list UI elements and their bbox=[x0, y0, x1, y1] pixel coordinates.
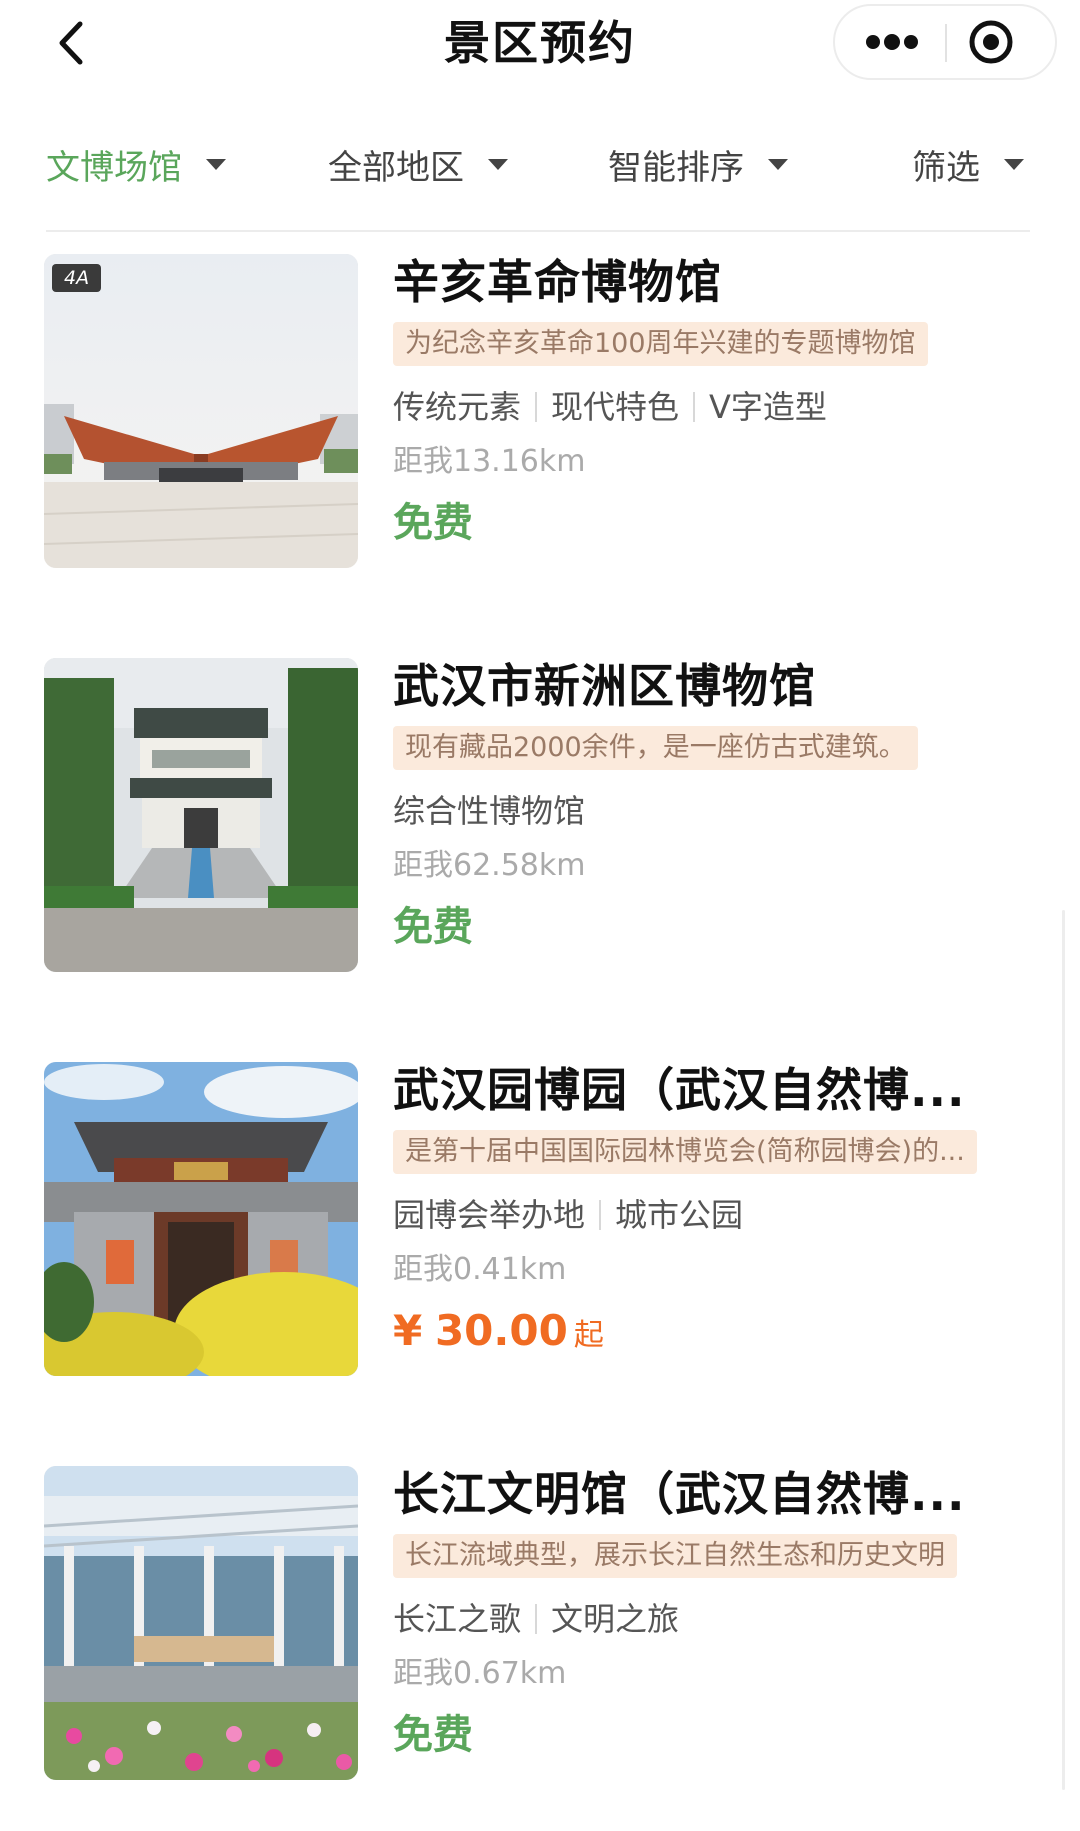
attraction-image bbox=[44, 658, 358, 972]
tag-separator bbox=[535, 392, 538, 422]
attraction-description: 为纪念辛亥革命100周年兴建的专题博物馆 bbox=[393, 322, 928, 366]
close-button[interactable] bbox=[947, 6, 1055, 78]
list-item[interactable]: 4A 辛亥革命博物馆 为纪念辛亥革命100周年兴建的专题博物馆 传统元素 现代特… bbox=[44, 254, 1034, 572]
filter-region-label: 全部地区 bbox=[328, 147, 464, 188]
more-dots-icon bbox=[866, 34, 918, 50]
attraction-tags: 综合性博物馆 bbox=[393, 788, 1033, 834]
tag: V字造型 bbox=[709, 388, 827, 426]
filter-category-label: 文博场馆 bbox=[46, 147, 182, 188]
attraction-title: 武汉市新洲区博物馆 bbox=[393, 659, 816, 713]
price-symbol: ¥ bbox=[393, 1306, 423, 1355]
attraction-distance: 距我0.41km bbox=[393, 1252, 567, 1287]
price-suffix: 起 bbox=[573, 1318, 604, 1353]
nav-bar: 景区预约 bbox=[0, 0, 1080, 96]
tag: 长江之歌 bbox=[393, 1600, 522, 1638]
attraction-distance: 距我62.58km bbox=[393, 848, 586, 883]
tag: 城市公园 bbox=[615, 1196, 744, 1234]
attraction-image: 4A bbox=[44, 254, 358, 568]
tag: 综合性博物馆 bbox=[393, 792, 586, 830]
rating-badge: 4A bbox=[52, 264, 102, 292]
tag-separator bbox=[535, 1604, 538, 1634]
attraction-price: 免费 bbox=[393, 904, 473, 950]
attraction-tags: 传统元素 现代特色 V字造型 bbox=[393, 384, 1033, 430]
tag: 传统元素 bbox=[393, 388, 522, 426]
attraction-title: 辛亥革命博物馆 bbox=[393, 255, 722, 309]
mini-program-capsule bbox=[833, 4, 1057, 80]
attraction-tags: 园博会举办地 城市公园 bbox=[393, 1192, 1033, 1238]
tag-separator bbox=[599, 1200, 602, 1230]
tag: 文明之旅 bbox=[551, 1600, 680, 1638]
filter-category[interactable]: 文博场馆 bbox=[46, 128, 226, 200]
filter-sort-label: 智能排序 bbox=[608, 147, 744, 188]
scrollbar[interactable] bbox=[1062, 910, 1065, 1790]
list-item[interactable]: 武汉市新洲区博物馆 现有藏品2000余件，是一座仿古式建筑。 综合性博物馆 距我… bbox=[44, 658, 1034, 976]
price-value: 30.00 bbox=[434, 1306, 568, 1355]
tag: 园博会举办地 bbox=[393, 1196, 586, 1234]
filter-more[interactable]: 筛选 bbox=[912, 128, 1024, 200]
attraction-description: 是第十届中国国际园林博览会(简称园博会)的... bbox=[393, 1130, 977, 1174]
list-item[interactable]: 长江文明馆（武汉自然博... 长江流域典型，展示长江自然生态和历史文明 长江之歌… bbox=[44, 1466, 1034, 1784]
filter-sort[interactable]: 智能排序 bbox=[608, 128, 788, 200]
caret-down-icon bbox=[488, 158, 508, 170]
caret-down-icon bbox=[206, 158, 226, 170]
filter-more-label: 筛选 bbox=[912, 147, 980, 188]
filter-divider bbox=[46, 230, 1030, 232]
attraction-price: 免费 bbox=[393, 500, 473, 546]
attraction-image bbox=[44, 1062, 358, 1376]
attraction-title: 武汉园博园（武汉自然博... bbox=[393, 1063, 966, 1117]
caret-down-icon bbox=[1004, 158, 1024, 170]
tag: 现代特色 bbox=[551, 388, 680, 426]
attraction-title: 长江文明馆（武汉自然博... bbox=[393, 1467, 966, 1521]
attraction-distance: 距我0.67km bbox=[393, 1656, 567, 1691]
list-item[interactable]: 武汉园博园（武汉自然博... 是第十届中国国际园林博览会(简称园博会)的... … bbox=[44, 1062, 1034, 1380]
attraction-tags: 长江之歌 文明之旅 bbox=[393, 1596, 1033, 1642]
more-button[interactable] bbox=[835, 6, 945, 78]
attraction-description: 长江流域典型，展示长江自然生态和历史文明 bbox=[393, 1534, 957, 1578]
attraction-price: 免费 bbox=[393, 1712, 473, 1758]
attraction-price: ¥ 30.00 起 bbox=[393, 1304, 1033, 1358]
attraction-distance: 距我13.16km bbox=[393, 444, 586, 479]
target-close-icon bbox=[969, 20, 1013, 64]
filter-bar: 文博场馆 全部地区 智能排序 筛选 bbox=[46, 128, 1030, 200]
filter-region[interactable]: 全部地区 bbox=[328, 128, 508, 200]
tag-separator bbox=[693, 392, 696, 422]
attraction-image bbox=[44, 1466, 358, 1780]
caret-down-icon bbox=[768, 158, 788, 170]
attraction-description: 现有藏品2000余件，是一座仿古式建筑。 bbox=[393, 726, 918, 770]
